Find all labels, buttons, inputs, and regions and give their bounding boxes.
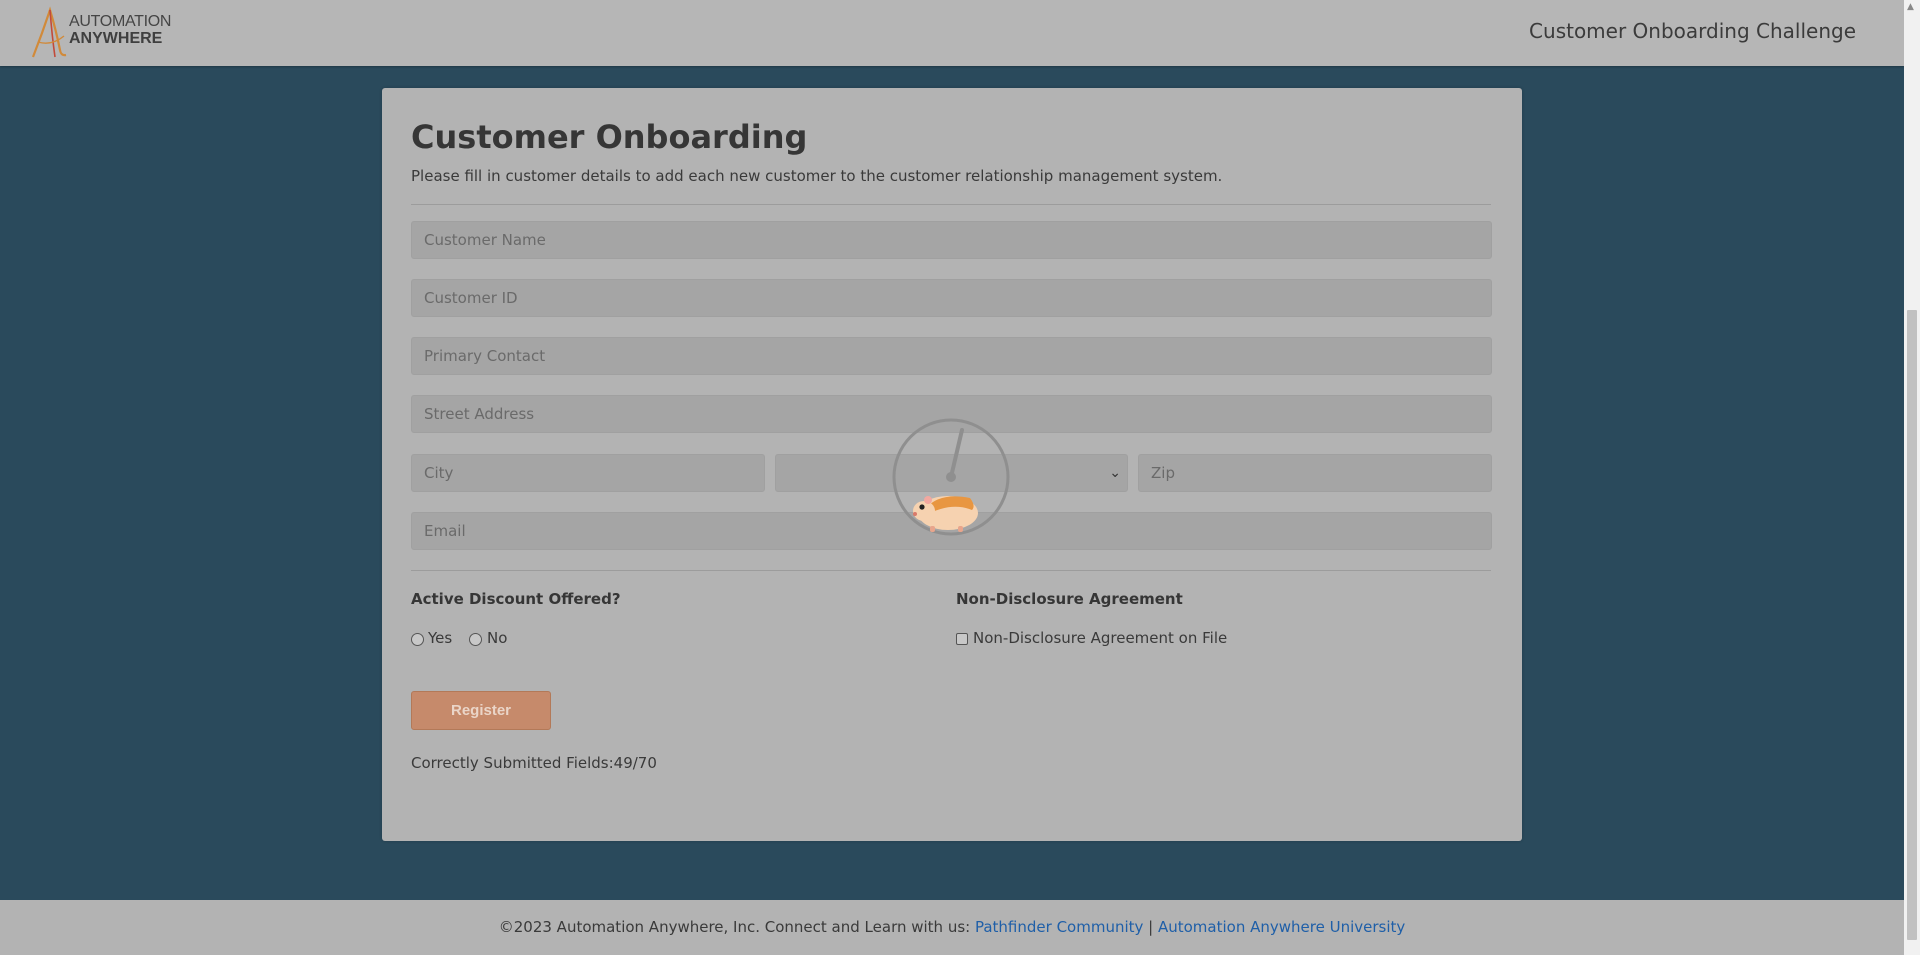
customer-id-input[interactable]: Customer ID (411, 279, 1492, 317)
discount-no-label[interactable]: No (487, 629, 507, 647)
zip-input[interactable]: Zip (1138, 454, 1492, 492)
nda-label: Non-Disclosure Agreement (956, 590, 1183, 608)
pathfinder-community-link[interactable]: Pathfinder Community (975, 918, 1143, 936)
form-title: Customer Onboarding (411, 118, 808, 156)
footer-separator: | (1143, 918, 1158, 936)
logo-a-icon (31, 6, 67, 58)
city-placeholder: City (424, 464, 454, 482)
logo-text-anywhere: ANYWHERE (69, 30, 163, 47)
customer-id-placeholder: Customer ID (424, 289, 518, 307)
discount-yes-radio[interactable] (411, 633, 424, 646)
city-input[interactable]: City (411, 454, 765, 492)
footer-copyright: ©2023 Automation Anywhere, Inc. Connect … (498, 918, 975, 936)
automation-anywhere-logo[interactable]: AUTOMATION ANYWHERE (30, 6, 172, 60)
scrollbar-thumb[interactable] (1907, 310, 1917, 940)
register-button[interactable]: Register (411, 691, 551, 730)
aa-university-link[interactable]: Automation Anywhere University (1158, 918, 1405, 936)
scroll-up-arrow-icon[interactable]: ▲ (1907, 2, 1914, 12)
primary-contact-input[interactable]: Primary Contact (411, 337, 1492, 375)
discount-label: Active Discount Offered? (411, 590, 621, 608)
chevron-down-icon[interactable]: ⌄ (1109, 455, 1121, 491)
email-placeholder: Email (424, 522, 466, 540)
discount-yes-label[interactable]: Yes (428, 629, 452, 647)
page-footer: ©2023 Automation Anywhere, Inc. Connect … (0, 900, 1904, 955)
submission-status: Correctly Submitted Fields:49/70 (411, 754, 657, 772)
form-divider-top (411, 204, 1491, 205)
customer-name-placeholder: Customer Name (424, 231, 546, 249)
nda-checkbox[interactable] (956, 633, 968, 645)
hamster-wheel-loading-icon (890, 418, 1012, 540)
top-header: AUTOMATION ANYWHERE Customer Onboarding … (0, 0, 1904, 66)
form-divider-bottom (411, 570, 1491, 571)
form-subtitle: Please fill in customer details to add e… (411, 167, 1223, 185)
customer-name-input[interactable]: Customer Name (411, 221, 1492, 259)
primary-contact-placeholder: Primary Contact (424, 347, 546, 365)
challenge-title: Customer Onboarding Challenge (1529, 19, 1856, 43)
zip-placeholder: Zip (1151, 464, 1175, 482)
nda-option-label[interactable]: Non-Disclosure Agreement on File (973, 629, 1227, 647)
page-scrollbar[interactable]: ▲ (1904, 0, 1920, 955)
street-address-placeholder: Street Address (424, 405, 535, 423)
logo-text-automation: AUTOMATION (69, 13, 172, 30)
discount-no-radio[interactable] (469, 633, 482, 646)
